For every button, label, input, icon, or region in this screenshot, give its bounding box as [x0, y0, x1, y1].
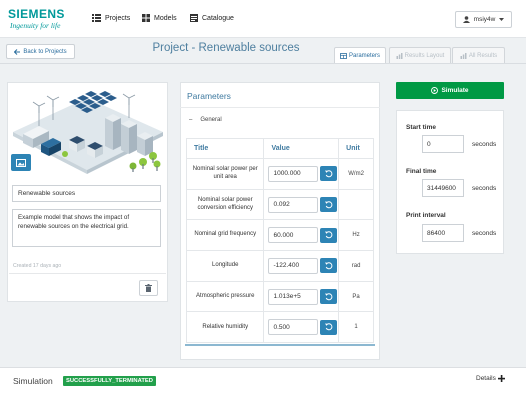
- start-time-unit: seconds: [472, 141, 497, 148]
- reset-button[interactable]: [320, 319, 338, 335]
- siemens-logo[interactable]: SIEMENS: [8, 7, 65, 21]
- nav-projects-label: Projects: [105, 14, 131, 22]
- reset-icon: [324, 292, 333, 300]
- tab-all-results[interactable]: All Results: [452, 47, 505, 63]
- tab-all-results-label: All Results: [468, 52, 498, 59]
- param-unit: Pa: [338, 280, 374, 313]
- tab-results-layout-label: Results Layout: [404, 52, 445, 59]
- simulate-label: Simulate: [441, 87, 469, 94]
- reset-icon: [324, 200, 333, 208]
- table-row: Longitude -122.400 rad: [185, 250, 374, 282]
- param-title: Nominal solar power per unit area: [185, 158, 265, 190]
- divider: [9, 273, 166, 274]
- reset-icon: [324, 231, 333, 239]
- catalogue-icon: [190, 14, 198, 22]
- final-time-unit: seconds: [472, 185, 497, 192]
- param-title: Atmospheric pressure: [185, 280, 265, 313]
- reset-button[interactable]: [320, 197, 338, 213]
- nav-projects[interactable]: Projects: [92, 14, 130, 22]
- details-label: Details: [476, 375, 496, 382]
- status-badge: SUCCESSFULLY_TERMINATED: [63, 376, 156, 386]
- param-unit: 1: [338, 311, 374, 344]
- group-label: General: [200, 117, 222, 123]
- param-unit: W/m2: [338, 158, 374, 190]
- top-navbar: [0, 0, 526, 38]
- image-icon: [16, 158, 26, 167]
- created-timestamp: Created 17 days ago: [13, 263, 62, 269]
- tab-parameters[interactable]: Parameters: [334, 47, 386, 63]
- reset-button[interactable]: [320, 227, 338, 243]
- start-time-input[interactable]: 0: [422, 135, 464, 153]
- table-row: Atmospheric pressure 1.013e+5 Pa: [185, 280, 374, 313]
- parameters-table: Title Value Unit Nominal solar power per…: [185, 138, 374, 344]
- delete-project-button[interactable]: [139, 280, 158, 296]
- project-description-textarea[interactable]: Example model that shows the impact of r…: [12, 209, 161, 247]
- reset-button[interactable]: [320, 289, 338, 305]
- simulation-label: Simulation: [13, 376, 53, 386]
- group-general-toggle[interactable]: – General: [189, 117, 222, 123]
- nav-catalogue-label: Catalogue: [202, 14, 234, 22]
- param-title: Longitude: [185, 250, 265, 282]
- plus-icon: [497, 375, 505, 382]
- user-name: msiy4w: [473, 16, 496, 23]
- print-interval-unit: seconds: [472, 230, 497, 237]
- chart-icon: [396, 52, 403, 59]
- param-value-input[interactable]: -122.400: [268, 257, 319, 274]
- reset-icon: [324, 170, 333, 178]
- param-title: Relative humidity: [185, 311, 265, 344]
- param-unit: Hz: [338, 219, 374, 252]
- tab-divider: [0, 63, 526, 64]
- table-row: Relative humidity 0.500 1: [185, 311, 374, 344]
- tab-results-layout[interactable]: Results Layout: [389, 47, 451, 63]
- param-title: Nominal solar power conversion efficienc…: [185, 188, 265, 221]
- user-menu-button[interactable]: msiy4w: [455, 11, 512, 28]
- table-icon: [340, 52, 347, 59]
- collapse-icon: –: [189, 117, 193, 123]
- chart-icon: [460, 52, 467, 59]
- param-unit: [338, 188, 374, 221]
- grid-icon: [142, 14, 150, 22]
- change-image-button[interactable]: [11, 154, 31, 171]
- details-toggle[interactable]: Details: [476, 375, 505, 382]
- final-time-input[interactable]: 31449600: [422, 179, 464, 197]
- user-icon: [462, 16, 470, 23]
- project-name-input[interactable]: Renewable sources: [12, 185, 161, 202]
- param-value-input[interactable]: 1.013e+5: [268, 288, 319, 305]
- col-title-header: Title: [185, 138, 265, 159]
- nav-catalogue[interactable]: Catalogue: [190, 14, 234, 22]
- param-value-input[interactable]: 0.092: [268, 196, 319, 213]
- brand-tagline: Ingenuity for life: [10, 21, 61, 30]
- reset-button[interactable]: [320, 258, 338, 274]
- caret-down-icon: [499, 18, 505, 21]
- table-row: Nominal grid frequency 60.000 Hz: [185, 219, 374, 252]
- final-time-label: Final time: [406, 168, 437, 175]
- project-illustration: [13, 91, 163, 174]
- tab-parameters-label: Parameters: [348, 52, 380, 59]
- table-row: Nominal solar power conversion efficienc…: [185, 188, 374, 221]
- nav-models-label: Models: [154, 14, 177, 22]
- param-value-input[interactable]: 60.000: [268, 227, 319, 244]
- trash-icon: [145, 284, 152, 292]
- reset-button[interactable]: [320, 166, 338, 182]
- print-interval-label: Print interval: [406, 212, 446, 219]
- col-value-header: Value: [263, 138, 340, 159]
- list-icon: [92, 14, 101, 22]
- reset-icon: [324, 323, 333, 331]
- start-time-label: Start time: [406, 124, 436, 131]
- parameters-title: Parameters: [187, 91, 231, 101]
- param-title: Nominal grid frequency: [185, 219, 265, 252]
- nav-models[interactable]: Models: [142, 14, 177, 22]
- play-circle-icon: [431, 87, 439, 94]
- param-value-input[interactable]: 0.500: [268, 319, 319, 336]
- reset-icon: [324, 262, 333, 270]
- param-value-input[interactable]: 1000.000: [268, 165, 319, 182]
- table-row: Nominal solar power per unit area 1000.0…: [185, 158, 374, 190]
- simulate-button[interactable]: Simulate: [396, 82, 504, 99]
- col-unit-header: Unit: [338, 138, 374, 159]
- param-unit: rad: [338, 250, 374, 282]
- print-interval-input[interactable]: 86400: [422, 224, 464, 242]
- table-scrollbar[interactable]: [185, 344, 375, 346]
